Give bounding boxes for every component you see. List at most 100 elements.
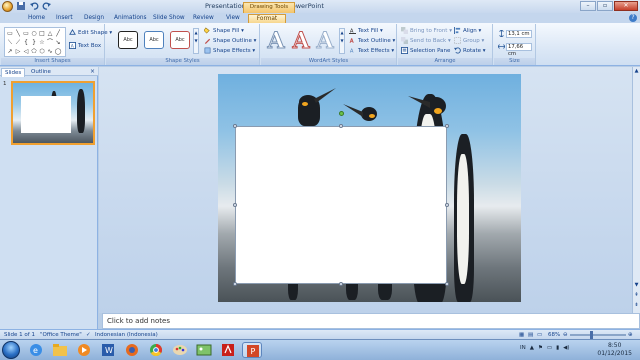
shape-style-swatch-blue[interactable]: Abc: [144, 31, 164, 49]
tab-insert[interactable]: Insert: [56, 14, 73, 23]
maximize-button[interactable]: ▫: [597, 1, 613, 11]
shape-option[interactable]: ◯: [54, 47, 62, 56]
tray-arrow-icon[interactable]: ▲: [530, 345, 534, 351]
resize-handle-top-right[interactable]: [445, 124, 449, 128]
minimize-button[interactable]: –: [580, 1, 596, 11]
resize-handle-top[interactable]: [339, 124, 343, 128]
language-indicator[interactable]: IN: [520, 345, 526, 351]
shape-option[interactable]: ∿: [46, 47, 54, 56]
tab-slide-show[interactable]: Slide Show: [153, 14, 185, 23]
zoom-slider-knob[interactable]: [590, 331, 593, 339]
shape-styles-gallery-scroll[interactable]: ▲ ▼: [193, 28, 199, 54]
file-explorer-icon[interactable]: [50, 342, 70, 358]
resize-handle-bottom-right[interactable]: [445, 282, 449, 286]
shape-effects-button[interactable]: Shape Effects ▾: [204, 47, 255, 54]
shape-option[interactable]: ○: [30, 29, 38, 38]
tab-format[interactable]: Format: [248, 14, 286, 23]
slide-canvas[interactable]: [218, 74, 521, 302]
undo-icon[interactable]: [29, 1, 39, 11]
tab-slides[interactable]: Slides: [1, 68, 26, 77]
shape-width-input[interactable]: 17,66 cm: [506, 42, 532, 57]
wordart-gallery-scroll[interactable]: ▲ ▼: [339, 28, 345, 54]
rotate-button[interactable]: Rotate ▾: [454, 47, 486, 54]
rotation-handle[interactable]: [339, 111, 344, 116]
shape-outline-button[interactable]: Shape Outline ▾: [204, 37, 256, 44]
wordart-style-red[interactable]: A: [290, 28, 312, 55]
text-outline-button[interactable]: A Text Outline ▾: [349, 37, 396, 45]
network-icon[interactable]: ▮: [556, 345, 559, 351]
firefox-icon[interactable]: [122, 342, 142, 358]
shape-option[interactable]: ↘: [54, 38, 62, 47]
next-slide-icon[interactable]: ⇟: [633, 301, 640, 309]
shape-option[interactable]: ▭: [6, 29, 14, 38]
shape-style-swatch-red[interactable]: Abc: [170, 31, 190, 49]
shape-option[interactable]: }: [30, 38, 38, 47]
bring-to-front-button[interactable]: Bring to Front ▾: [401, 27, 452, 34]
panel-close-icon[interactable]: ×: [90, 68, 95, 75]
text-box-button[interactable]: A Text Box: [69, 42, 101, 49]
selected-rectangle-shape[interactable]: [235, 126, 447, 284]
tab-design[interactable]: Design: [84, 14, 104, 23]
shape-option[interactable]: ↗: [6, 47, 14, 56]
shape-option[interactable]: ⬠: [30, 47, 38, 56]
shape-option[interactable]: ⟍: [6, 38, 14, 47]
group-button[interactable]: Group ▾: [454, 37, 484, 44]
shape-option[interactable]: ⌒: [46, 38, 54, 47]
shape-option[interactable]: ▷: [14, 47, 22, 56]
shape-height-input[interactable]: 13,1 cm: [506, 29, 532, 38]
photos-icon[interactable]: [194, 342, 214, 358]
notes-pane[interactable]: Click to add notes: [102, 313, 640, 329]
word-icon[interactable]: W: [98, 342, 118, 358]
shape-option[interactable]: ╲: [14, 29, 22, 38]
internet-explorer-icon[interactable]: e: [26, 342, 46, 358]
acrobat-icon[interactable]: [218, 342, 238, 358]
text-fill-button[interactable]: A Text Fill ▾: [349, 27, 383, 34]
zoom-slider[interactable]: [570, 331, 626, 339]
shape-style-swatch-black[interactable]: Abc: [118, 31, 138, 49]
help-icon[interactable]: ?: [629, 14, 637, 22]
scroll-down-icon[interactable]: ▼: [633, 281, 640, 289]
send-to-back-button[interactable]: Send to Back ▾: [401, 37, 451, 44]
wordart-style-plain[interactable]: A: [265, 28, 287, 55]
shape-option[interactable]: ╱: [54, 29, 62, 38]
shape-option[interactable]: ▭: [22, 29, 30, 38]
tab-home[interactable]: Home: [28, 14, 45, 23]
resize-handle-top-left[interactable]: [233, 124, 237, 128]
redo-icon[interactable]: [42, 1, 52, 11]
resize-handle-bottom-left[interactable]: [233, 282, 237, 286]
media-player-icon[interactable]: [74, 342, 94, 358]
resize-handle-bottom[interactable]: [339, 282, 343, 286]
spellcheck-icon[interactable]: ✓: [86, 331, 91, 339]
slide-thumbnail[interactable]: [11, 81, 95, 145]
battery-icon[interactable]: ▭: [547, 345, 552, 351]
tab-animations[interactable]: Animations: [114, 14, 147, 23]
chrome-icon[interactable]: [146, 342, 166, 358]
tab-view[interactable]: View: [226, 14, 240, 23]
start-button[interactable]: [2, 341, 20, 359]
shape-option[interactable]: ◁: [22, 47, 30, 56]
powerpoint-taskbar-icon[interactable]: P: [242, 342, 262, 358]
save-icon[interactable]: [16, 1, 26, 11]
close-button[interactable]: ✕: [614, 1, 638, 11]
resize-handle-left[interactable]: [233, 203, 237, 207]
resize-handle-right[interactable]: [445, 203, 449, 207]
slideshow-view-icon[interactable]: ▭: [537, 331, 542, 339]
zoom-level[interactable]: 68%: [548, 331, 560, 339]
office-button[interactable]: [2, 1, 13, 12]
shape-fill-button[interactable]: Shape Fill ▾: [204, 27, 244, 34]
normal-view-icon[interactable]: ▦: [519, 331, 524, 339]
text-effects-button[interactable]: A Text Effects ▾: [349, 47, 394, 55]
shape-option[interactable]: {: [22, 38, 30, 47]
tab-outline[interactable]: Outline: [28, 68, 54, 76]
tab-review[interactable]: Review: [193, 14, 214, 23]
shape-option[interactable]: ⟋: [14, 38, 22, 47]
clock[interactable]: 8:50 01/12/2015: [597, 342, 632, 358]
volume-icon[interactable]: ◀): [563, 345, 569, 351]
vertical-scrollbar[interactable]: ▲ ▼ ⇞ ⇟: [632, 67, 640, 313]
wordart-style-gray[interactable]: A: [314, 28, 336, 55]
scroll-up-icon[interactable]: ▲: [633, 67, 640, 75]
zoom-out-icon[interactable]: ⊖: [563, 331, 568, 339]
language-status[interactable]: Indonesian (Indonesia): [95, 331, 158, 339]
shape-option[interactable]: △: [46, 29, 54, 38]
shapes-gallery[interactable]: ▭ ╲ ▭ ○ □ △ ╱ ⟍ ⟋{} ☆ ⌒ ↘ ↗ ▷ ◁ ⬠ ⬡ ∿ ◯: [4, 27, 66, 57]
